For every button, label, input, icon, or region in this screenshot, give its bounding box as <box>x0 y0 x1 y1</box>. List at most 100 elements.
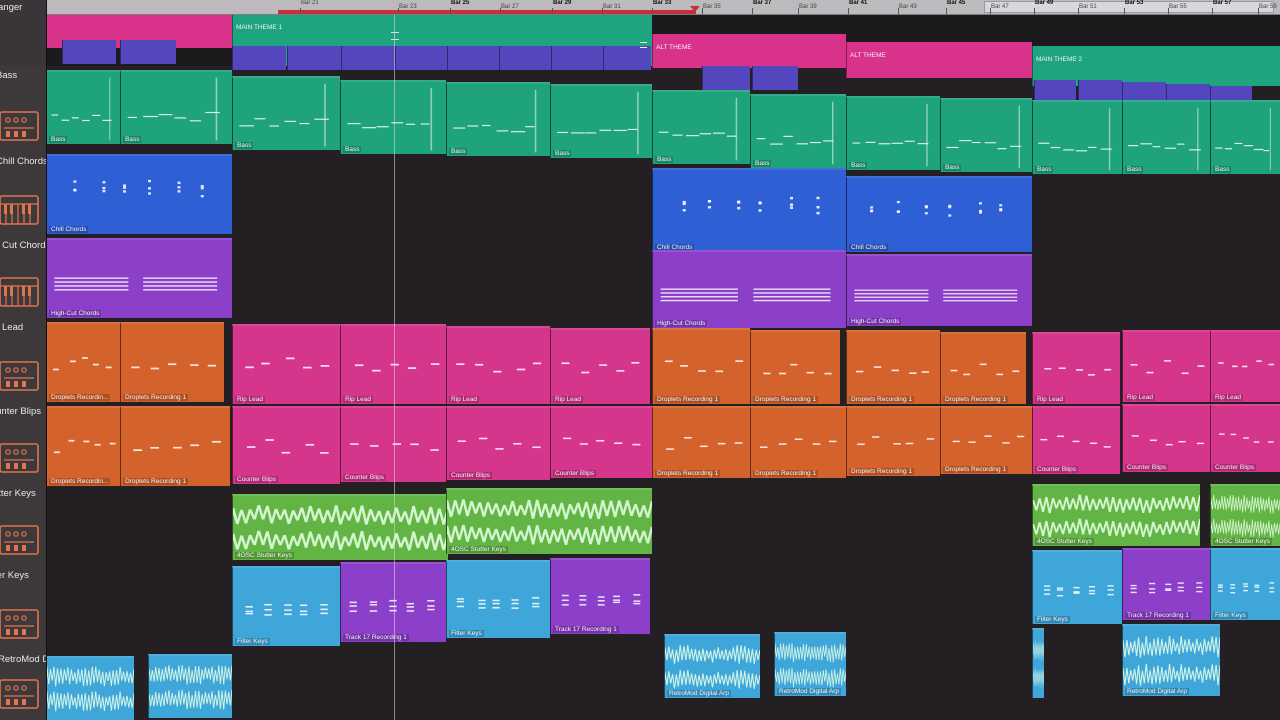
clip[interactable]: Track 17 Recording 1 <box>340 562 446 642</box>
clip[interactable]: High-Cut Chords <box>652 250 846 328</box>
clip[interactable]: Bass <box>1122 100 1210 174</box>
chord-block[interactable] <box>752 66 798 90</box>
clip[interactable]: Bass <box>120 70 232 144</box>
clip[interactable]: Filter Keys <box>1032 550 1122 624</box>
clip[interactable]: Rip Lead <box>1210 330 1280 402</box>
clip[interactable]: Droplets Recording 1 <box>750 406 846 478</box>
clip[interactable]: Droplets Recording 1 <box>652 406 750 478</box>
clip[interactable]: Droplets Recording 1 <box>750 330 840 404</box>
synth-module-icon[interactable] <box>0 676 42 712</box>
clip[interactable]: Counter Blips <box>232 406 340 484</box>
playhead-handle-icon[interactable] <box>391 32 399 40</box>
clip[interactable]: 4OSC Stutter Keys <box>232 494 448 560</box>
clip[interactable]: Bass <box>1210 100 1280 174</box>
clip[interactable]: Rip Lead <box>340 324 446 404</box>
track-header-lead[interactable]: Lead <box>0 318 46 404</box>
clip[interactable]: Droplets Recording 1 <box>120 322 224 402</box>
clip[interactable]: Chill Chords <box>846 176 1032 252</box>
chord-block[interactable] <box>120 40 176 64</box>
chord-block[interactable] <box>395 46 447 70</box>
clip[interactable]: Droplets Recording 1 <box>120 406 230 486</box>
section-grip-icon[interactable] <box>640 42 647 48</box>
clip[interactable]: Rip Lead <box>1122 330 1210 402</box>
clip[interactable]: 4OSC Stutter Keys <box>1210 484 1280 546</box>
clip[interactable]: Bass <box>652 90 750 164</box>
clip[interactable]: Chill Chords <box>652 168 846 252</box>
clip[interactable]: Bass <box>1032 100 1122 174</box>
clip[interactable]: Counter Blips <box>1032 406 1120 474</box>
clip[interactable]: Droplets Recording 1 <box>940 406 1032 474</box>
track-header-counter-blips[interactable]: Counter Blips <box>0 402 46 486</box>
synth-module-icon[interactable] <box>0 440 42 476</box>
playhead[interactable] <box>394 14 395 720</box>
chord-block[interactable] <box>551 46 603 70</box>
keyboard-icon[interactable] <box>0 274 42 310</box>
clip[interactable]: High-Cut Chords <box>46 238 232 318</box>
chord-block[interactable] <box>341 46 395 70</box>
clip[interactable]: Counter Blips <box>550 406 652 478</box>
clip[interactable]: Counter Blips <box>1122 404 1210 472</box>
loop-range[interactable] <box>278 10 696 14</box>
keyboard-icon[interactable] <box>0 192 42 228</box>
clip[interactable]: Counter Blips <box>340 406 446 482</box>
clip[interactable]: Filter Keys <box>1210 548 1280 620</box>
clip[interactable] <box>148 654 232 718</box>
chord-block[interactable] <box>603 46 651 70</box>
chord-block[interactable] <box>499 46 551 70</box>
clip[interactable]: Bass <box>232 76 340 150</box>
clip[interactable] <box>1032 628 1044 698</box>
track-header-bass[interactable]: Bass <box>0 66 46 154</box>
timeline-ruler[interactable]: Bar 21 Bar 23 Bar 25 Bar 27 Bar 29 Bar 31 Bar … <box>46 0 1280 15</box>
clip[interactable]: Bass <box>446 82 550 156</box>
clip[interactable]: RetroMod Digital Arp <box>664 634 760 698</box>
arranger-section[interactable]: ALT THEME <box>652 34 846 68</box>
track-header-filter-keys[interactable]: Filter Keys <box>0 566 46 652</box>
clip[interactable]: RetroMod Digital Arp <box>774 632 846 696</box>
clip[interactable]: Rip Lead <box>446 326 550 404</box>
chord-block[interactable] <box>287 46 341 70</box>
clip[interactable]: RetroMod Digital Arp <box>1122 624 1220 696</box>
clip[interactable]: Chill Chords <box>46 154 232 234</box>
clip[interactable]: Droplets Recording 1 <box>940 332 1026 404</box>
clip-content <box>54 277 218 291</box>
clip[interactable]: Track 17 Recording 1 <box>1122 548 1210 620</box>
clip[interactable]: Filter Keys <box>446 560 550 638</box>
chord-block[interactable] <box>447 46 499 70</box>
clip[interactable] <box>46 656 134 720</box>
clip[interactable]: High-Cut Chords <box>846 254 1032 326</box>
clip[interactable]: 4OSC Stutter Keys <box>446 488 652 554</box>
track-header-high-cut-chords[interactable]: High Cut Chords <box>0 236 46 320</box>
clip[interactable]: Bass <box>340 80 446 154</box>
loop-end-marker-icon[interactable] <box>690 6 700 12</box>
synth-module-icon[interactable] <box>0 606 42 642</box>
clip[interactable]: Counter Blips <box>1210 404 1280 472</box>
chord-block[interactable] <box>62 40 116 64</box>
clip[interactable]: Droplets Recording 1 <box>846 330 940 404</box>
clip[interactable]: Filter Keys <box>232 566 340 646</box>
clip[interactable]: Counter Blips <box>446 406 550 480</box>
arranger-header[interactable]: anger <box>0 0 46 68</box>
synth-module-icon[interactable] <box>0 358 42 394</box>
arranger-section[interactable]: ALT THEME <box>846 42 1032 78</box>
clip[interactable]: Rip Lead <box>1032 332 1120 404</box>
clip[interactable]: Track 17 Recording 1 <box>550 558 650 634</box>
clip[interactable]: Bass <box>940 98 1032 172</box>
chord-block[interactable] <box>702 66 750 90</box>
clip[interactable]: 4OSC Stutter Keys <box>1032 484 1200 546</box>
clip[interactable]: Droplets Recording 1 <box>652 328 750 404</box>
clip[interactable]: Rip Lead <box>550 328 650 404</box>
track-header-retromod-digital[interactable]: RetroMod Digital <box>0 650 46 720</box>
track-header-chill-chords[interactable]: Chill Chords <box>0 152 46 238</box>
clip[interactable]: Droplets Recordin... <box>46 406 120 486</box>
clip[interactable]: Droplets Recordin... <box>46 322 120 402</box>
clip[interactable]: Rip Lead <box>232 324 340 404</box>
clip[interactable]: Bass <box>750 94 846 168</box>
clip[interactable]: Bass <box>550 84 652 158</box>
clip[interactable]: Droplets Recording 1 <box>846 406 940 476</box>
synth-module-icon[interactable] <box>0 108 42 144</box>
clip[interactable]: Bass <box>46 70 120 144</box>
chord-block[interactable] <box>232 46 286 70</box>
clip[interactable]: Bass <box>846 96 940 170</box>
synth-module-icon[interactable] <box>0 522 42 558</box>
track-header-stutter-keys[interactable]: Stutter Keys <box>0 484 46 568</box>
